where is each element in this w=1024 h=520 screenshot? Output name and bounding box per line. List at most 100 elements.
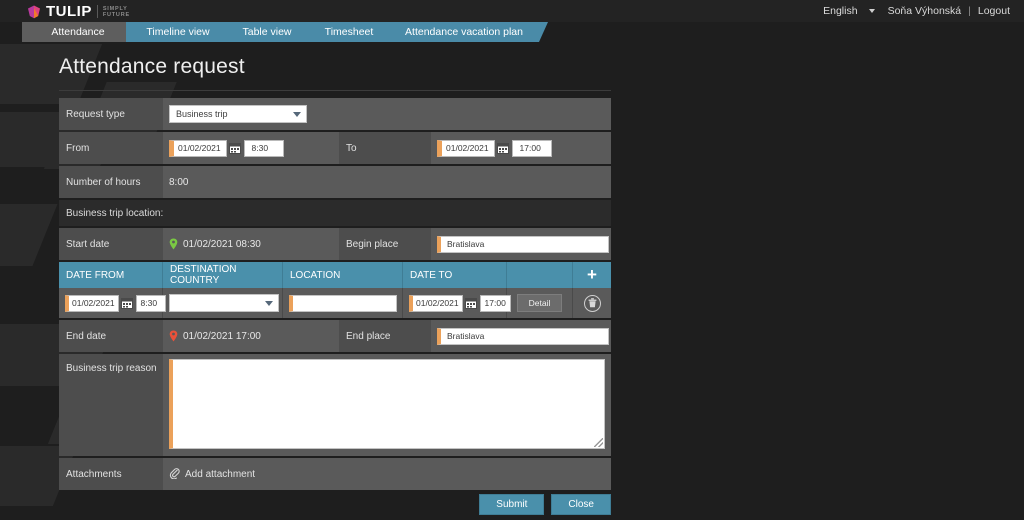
calendar-icon[interactable] xyxy=(121,296,134,311)
logo-divider xyxy=(96,5,98,18)
business-trip-reason-textarea[interactable] xyxy=(169,359,605,449)
tab-table-view[interactable]: Table view xyxy=(222,22,318,42)
user-name-label: Soňa Výhonská xyxy=(887,5,962,17)
row-from-to: From 01/02/2021 8:30 To 01/02/2021 17:00 xyxy=(59,132,611,164)
leg-date-from-value: 01/02/2021 xyxy=(72,298,115,308)
begin-place-cell: Bratislava xyxy=(431,228,611,260)
leg-time-from-input[interactable]: 8:30 xyxy=(135,294,166,312)
map-pin-icon xyxy=(169,330,178,342)
chevron-down-icon[interactable] xyxy=(868,9,875,13)
leg-time-to-value: 17:00 xyxy=(484,298,506,308)
start-date-label: Start date xyxy=(59,228,163,260)
row-end-date: End date 01/02/2021 17:00 End place Brat… xyxy=(59,320,611,352)
calendar-icon[interactable] xyxy=(497,141,510,156)
from-cell: 01/02/2021 8:30 xyxy=(163,132,339,164)
end-place-cell: Bratislava xyxy=(431,320,611,352)
end-date-label: End date xyxy=(59,320,163,352)
logout-link[interactable]: Logout xyxy=(978,5,1010,17)
paperclip-icon xyxy=(169,467,180,482)
start-date-value: 01/02/2021 08:30 xyxy=(183,238,261,250)
user-menu-separator: | xyxy=(968,5,971,17)
user-menu: English Soňa Výhonská | Logout xyxy=(823,0,1010,22)
begin-place-input[interactable]: Bratislava xyxy=(437,235,609,253)
leg-date-from-input[interactable]: 01/02/2021 xyxy=(65,294,119,312)
form-actions: Submit Close xyxy=(59,494,611,515)
tab-timesheet-label: Timesheet xyxy=(324,26,374,38)
add-attachment-button[interactable]: Add attachment xyxy=(169,467,255,482)
table-row: 01/02/2021 8:30 01/02/2021 17:00 Detail xyxy=(59,288,611,318)
request-type-select[interactable]: Business trip xyxy=(169,105,307,123)
number-of-hours-label: Number of hours xyxy=(59,166,163,198)
brand-name: TULIP xyxy=(46,2,92,20)
leg-date-to-widget: 01/02/2021 17:00 xyxy=(409,294,511,312)
to-date-value: 01/02/2021 xyxy=(446,143,489,153)
cell-date-from: 01/02/2021 8:30 xyxy=(59,288,166,318)
resize-handle-icon[interactable] xyxy=(594,438,603,447)
cell-location xyxy=(283,288,403,318)
row-attachments: Attachments Add attachment xyxy=(59,458,611,490)
from-time-input[interactable]: 8:30 xyxy=(243,139,284,157)
detail-button[interactable]: Detail xyxy=(516,294,563,312)
leg-destination-country-select[interactable] xyxy=(169,294,279,312)
chevron-down-icon xyxy=(293,111,301,117)
end-place-value: Bratislava xyxy=(447,331,485,341)
tab-table-view-label: Table view xyxy=(242,26,292,38)
number-of-hours-value: 8:00 xyxy=(163,166,611,198)
row-number-of-hours: Number of hours 8:00 xyxy=(59,166,611,198)
end-date-value: 01/02/2021 17:00 xyxy=(183,330,261,342)
cell-destination-country xyxy=(163,288,283,318)
leg-date-to-value: 01/02/2021 xyxy=(416,298,459,308)
tulip-logo-icon xyxy=(26,4,42,20)
attachments-label: Attachments xyxy=(59,458,163,490)
top-bar: TULIP SIMPLY FUTURE English Soňa Výhonsk… xyxy=(0,0,1024,22)
row-business-trip-reason: Business trip reason xyxy=(59,354,611,456)
from-date-input[interactable]: 01/02/2021 xyxy=(169,139,227,157)
brand-tagline: SIMPLY FUTURE xyxy=(103,6,130,18)
start-date-cell: 01/02/2021 08:30 xyxy=(163,228,339,260)
to-date-widget: 01/02/2021 17:00 xyxy=(437,139,552,157)
end-date-cell: 01/02/2021 17:00 xyxy=(163,320,339,352)
request-type-label: Request type xyxy=(59,98,163,130)
from-date-value: 01/02/2021 xyxy=(178,143,221,153)
from-time-value: 8:30 xyxy=(251,143,269,153)
tab-attendance-label: Attendance xyxy=(51,26,105,38)
to-date-input[interactable]: 01/02/2021 xyxy=(437,139,495,157)
column-header-actions xyxy=(507,262,573,288)
to-label: To xyxy=(339,132,431,164)
language-selector[interactable]: English xyxy=(823,5,857,17)
end-place-input[interactable]: Bratislava xyxy=(437,327,609,345)
cell-date-to: 01/02/2021 17:00 xyxy=(403,288,511,318)
submit-button[interactable]: Submit xyxy=(479,494,545,515)
column-header-destination-country: DESTINATION COUNTRY xyxy=(163,262,283,288)
page-title: Attendance request xyxy=(59,55,245,78)
add-trip-leg-button[interactable]: + xyxy=(573,262,611,288)
from-label: From xyxy=(59,132,163,164)
chevron-down-icon xyxy=(265,300,273,306)
title-divider xyxy=(59,90,611,91)
tab-attendance-vacation-plan[interactable]: Attendance vacation plan xyxy=(386,22,548,42)
cell-delete xyxy=(573,288,611,318)
calendar-icon[interactable] xyxy=(465,296,478,311)
page-content: Attendance request Request type Business… xyxy=(0,42,1024,520)
attachments-cell: Add attachment xyxy=(163,458,611,490)
leg-location-input[interactable] xyxy=(289,294,397,312)
to-time-value: 17:00 xyxy=(519,143,541,153)
tab-timesheet[interactable]: Timesheet xyxy=(304,22,400,42)
leg-date-from-widget: 01/02/2021 8:30 xyxy=(65,294,166,312)
business-trip-reason-cell xyxy=(163,354,611,456)
map-pin-icon xyxy=(169,238,178,250)
tab-attendance[interactable]: Attendance xyxy=(22,22,140,42)
tab-timeline-view[interactable]: Timeline view xyxy=(126,22,236,42)
column-header-date-from: DATE FROM xyxy=(59,262,163,288)
close-button[interactable]: Close xyxy=(551,494,611,515)
delete-row-button[interactable] xyxy=(583,294,601,312)
tab-timeline-view-label: Timeline view xyxy=(146,26,210,38)
to-time-input[interactable]: 17:00 xyxy=(511,139,552,157)
leg-date-to-input[interactable]: 01/02/2021 xyxy=(409,294,463,312)
main-tab-bar: Attendance Timeline view Table view Time… xyxy=(0,22,1024,42)
request-type-cell: Business trip xyxy=(163,98,611,130)
calendar-icon[interactable] xyxy=(229,141,242,156)
tab-attendance-vacation-plan-label: Attendance vacation plan xyxy=(405,26,523,38)
trip-legs-table: DATE FROM DESTINATION COUNTRY LOCATION D… xyxy=(59,262,611,318)
cell-detail: Detail xyxy=(507,288,573,318)
